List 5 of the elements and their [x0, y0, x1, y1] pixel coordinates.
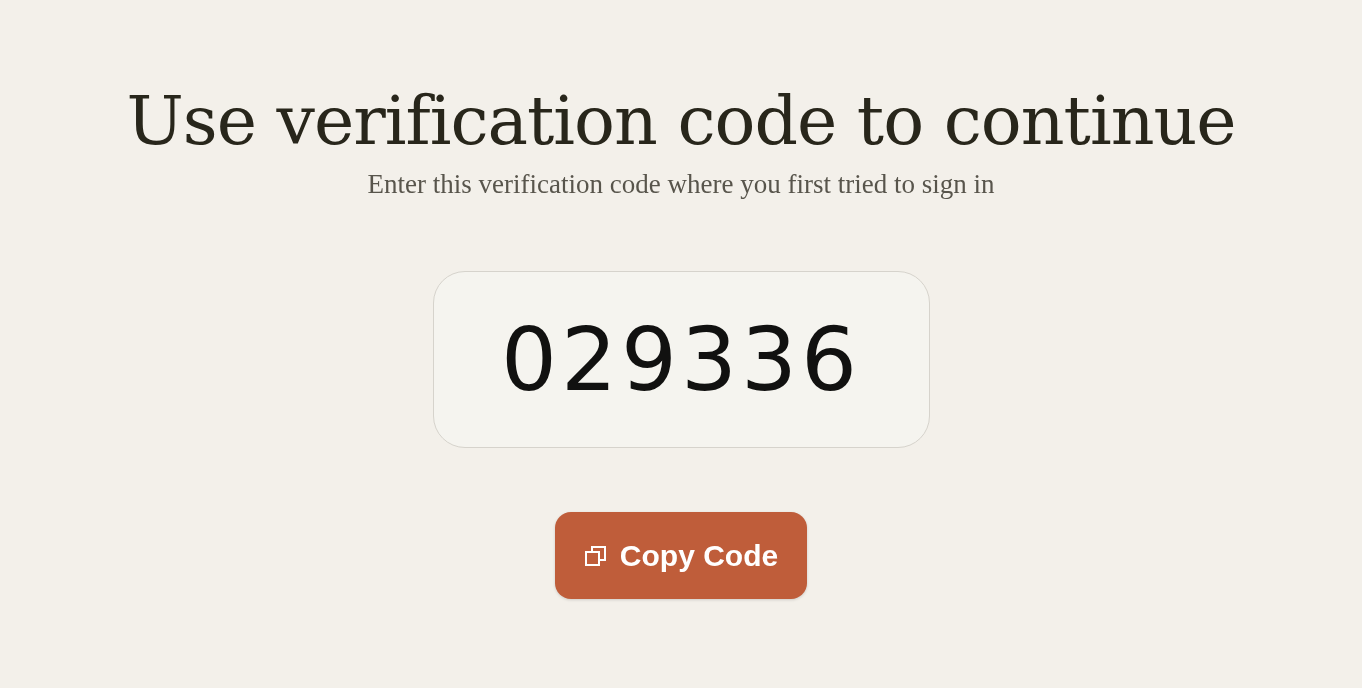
page-subheading: Enter this verification code where you first tried to sign in [367, 168, 995, 201]
page-heading: Use verification code to continue [126, 80, 1236, 162]
copy-code-button[interactable]: Copy Code [555, 512, 807, 599]
verification-code: 029336 [501, 315, 861, 404]
copy-icon [583, 543, 608, 568]
